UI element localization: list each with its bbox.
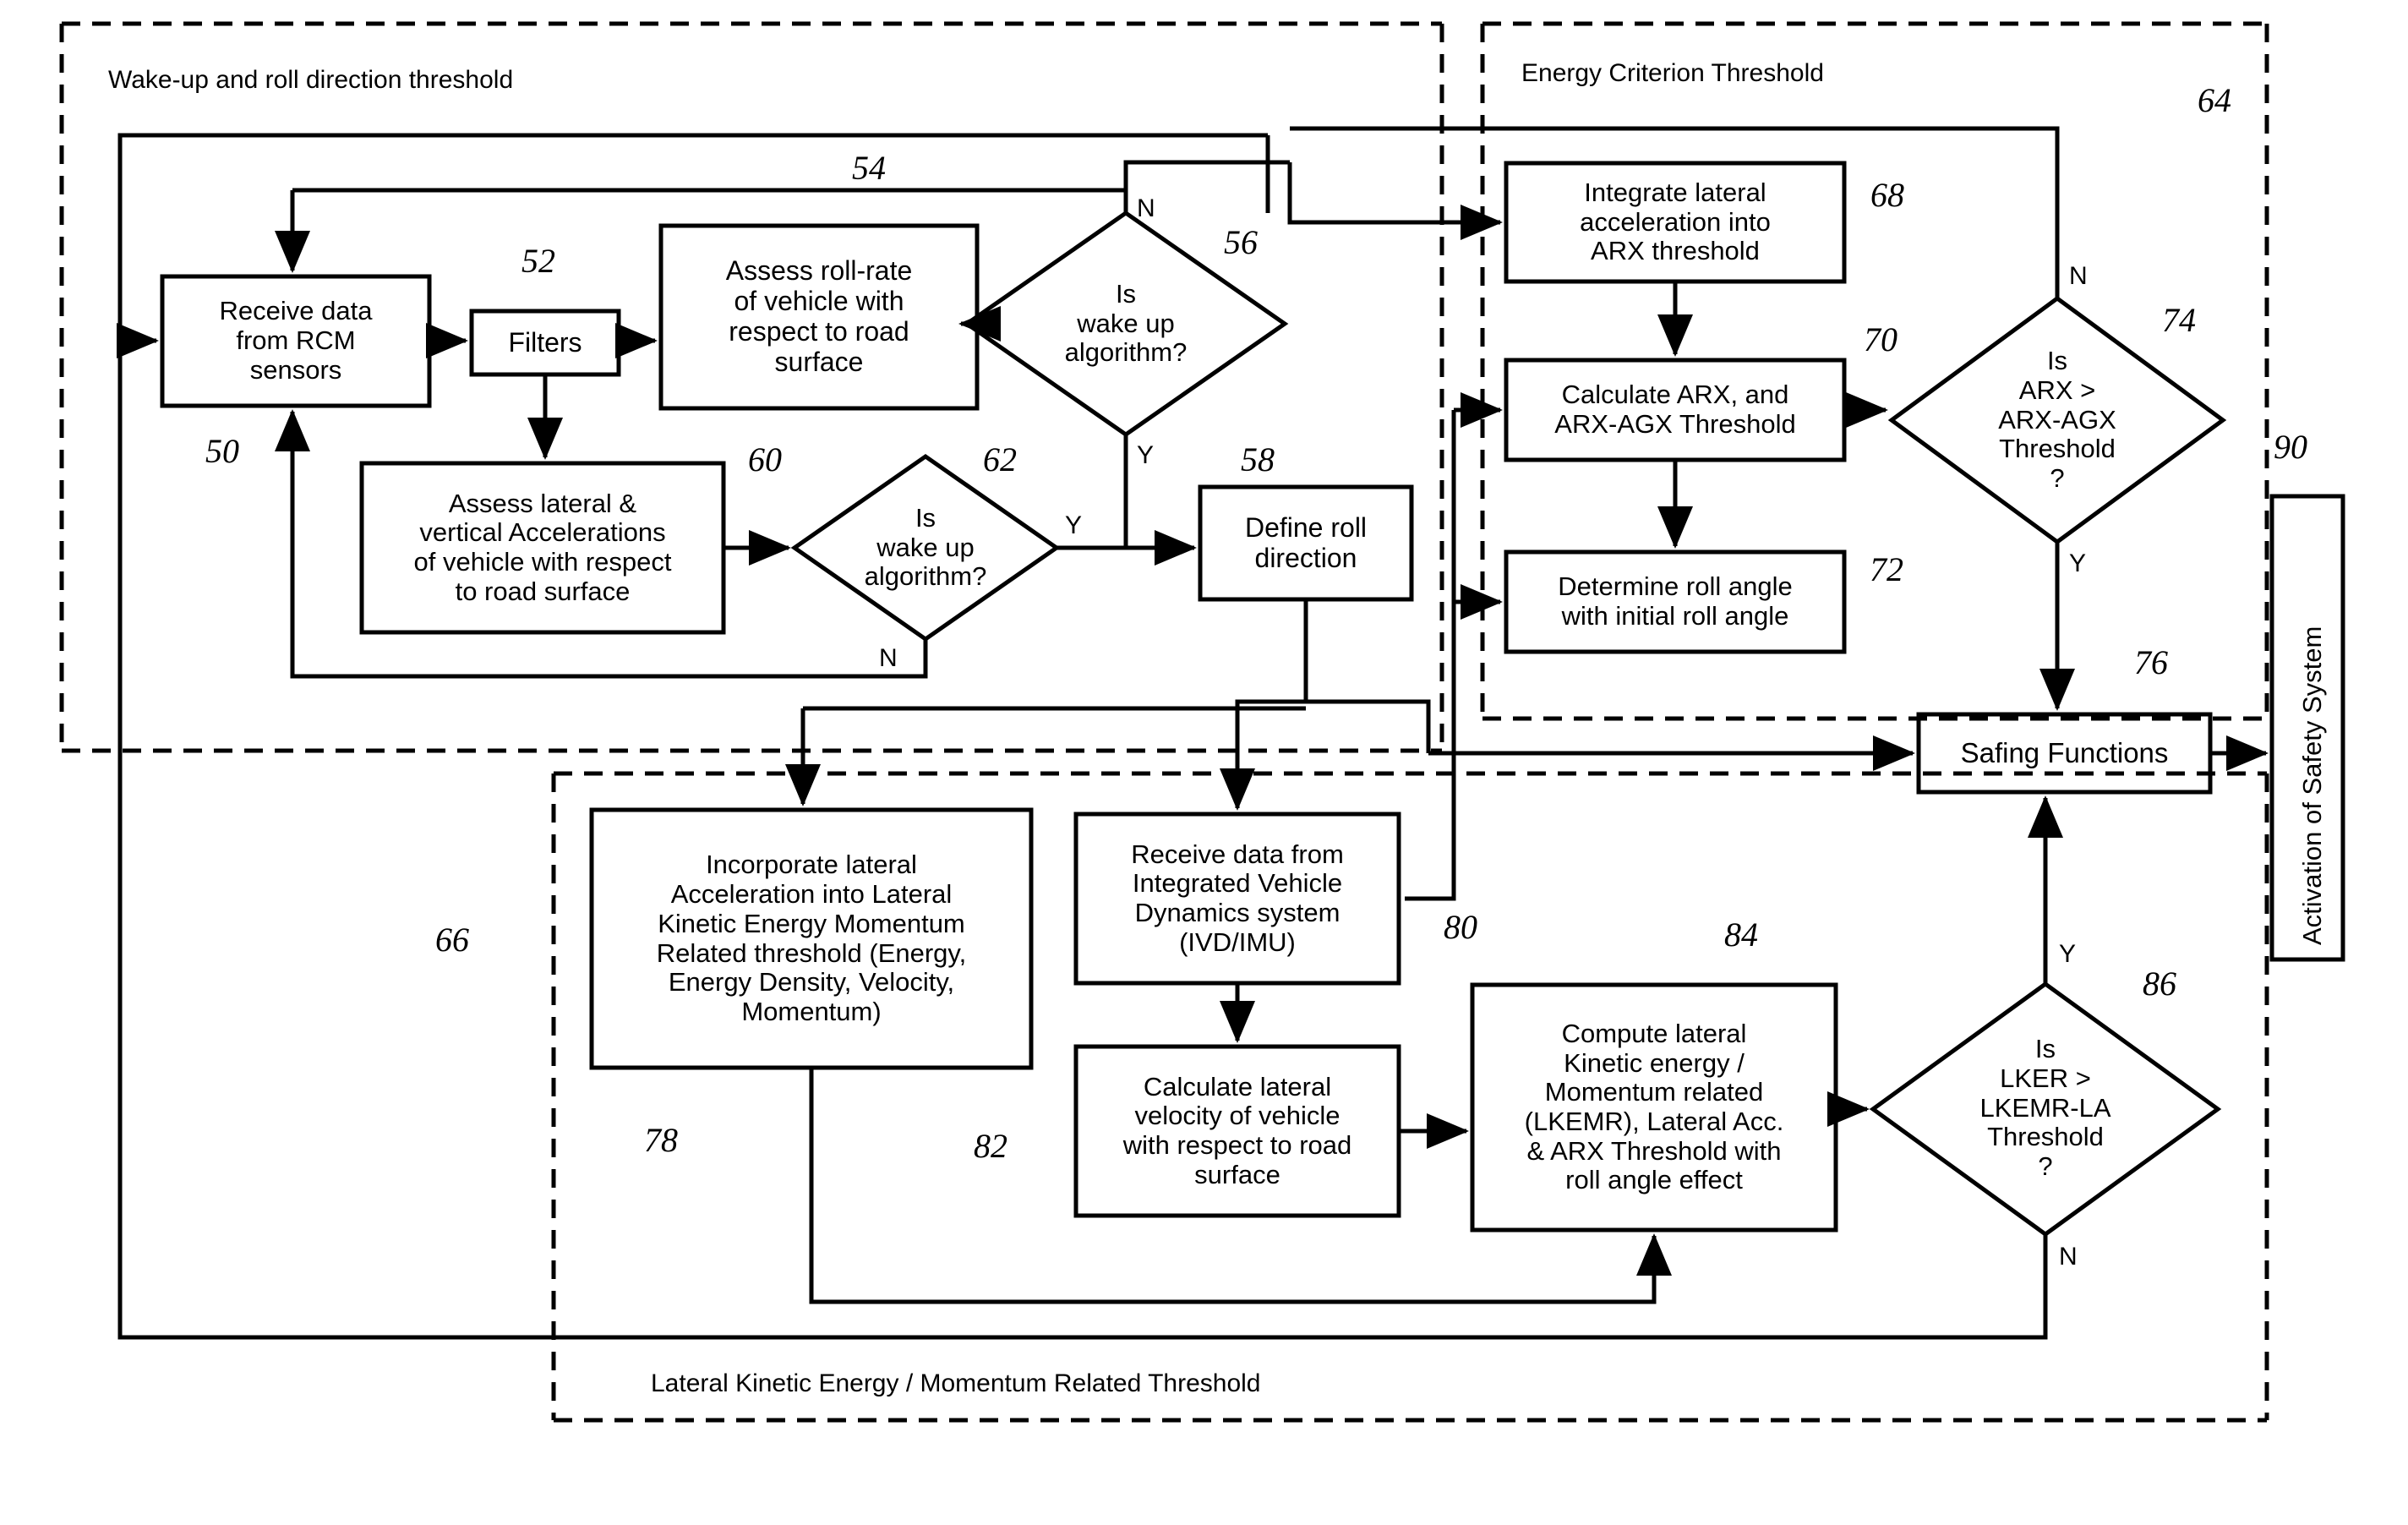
ref-90: 90 [2274, 428, 2307, 466]
node-58-box [1198, 484, 1414, 602]
group-label-energy: Energy Criterion Threshold [1521, 59, 1824, 87]
ref-84: 84 [1724, 916, 1758, 954]
branch-74-yes: Y [2069, 549, 2087, 577]
ref-78: 78 [644, 1121, 678, 1159]
ref-52: 52 [521, 242, 555, 280]
ref-70: 70 [1864, 320, 1897, 358]
node-62-diamond [790, 453, 1061, 642]
ref-80: 80 [1444, 908, 1477, 946]
node-78-box [589, 807, 1034, 1070]
branch-62-no: N [879, 644, 898, 672]
edge-74-N-rail [1290, 126, 2060, 298]
node-54-box [658, 223, 980, 411]
node-50-box [160, 274, 432, 408]
node-80-box [1073, 812, 1401, 986]
node-52-box [469, 309, 621, 377]
ref-58: 58 [1241, 440, 1275, 478]
ref-50: 50 [205, 432, 239, 470]
node-86-diamond [1869, 981, 2222, 1238]
edge-in-76-left-v [1306, 699, 1431, 753]
node-84-box [1470, 982, 1838, 1233]
group-label-lkemr: Lateral Kinetic Energy / Momentum Relate… [651, 1369, 1261, 1397]
ref-72: 72 [1870, 550, 1903, 588]
ref-62: 62 [983, 440, 1017, 478]
branch-86-yes: Y [2059, 940, 2077, 968]
node-82-box [1073, 1044, 1401, 1218]
branch-56-no: N [1137, 194, 1155, 222]
ref-74: 74 [2162, 301, 2196, 339]
edge-86-N-feedback [117, 338, 2048, 1340]
node-72-box [1504, 549, 1847, 654]
ref-66: 66 [435, 921, 469, 959]
group-label-wakeup: Wake-up and roll direction threshold [108, 66, 514, 94]
branch-62-yes: Y [1065, 511, 1083, 539]
node-60-box [359, 461, 726, 635]
ref-68: 68 [1870, 176, 1904, 214]
ref-56: 56 [1224, 223, 1258, 261]
node-70-box [1504, 358, 1847, 462]
edge-56-N-b [1287, 162, 1504, 241]
edge-62-N-feedback [275, 408, 928, 679]
edge-78-84 [809, 1068, 1673, 1304]
node-76-box [1916, 712, 2213, 795]
ref-60: 60 [748, 440, 782, 478]
ref-54: 54 [852, 149, 886, 187]
edge-58-80 [1219, 599, 1308, 812]
branch-56-yes: Y [1137, 441, 1155, 469]
node-68-box [1504, 161, 1847, 284]
branch-74-no: N [2069, 262, 2088, 290]
node-90-label: Activation of Safety System [2297, 626, 2327, 945]
ref-86: 86 [2143, 965, 2176, 1003]
ref-76: 76 [2134, 643, 2168, 681]
ref-64: 64 [2198, 81, 2231, 119]
patent-flowchart-figure: Wake-up and roll direction threshold Ene… [0, 0, 2408, 1525]
ref-82: 82 [974, 1127, 1007, 1165]
branch-86-no: N [2059, 1243, 2078, 1271]
diagram-vector-layer [59, 21, 2345, 1423]
